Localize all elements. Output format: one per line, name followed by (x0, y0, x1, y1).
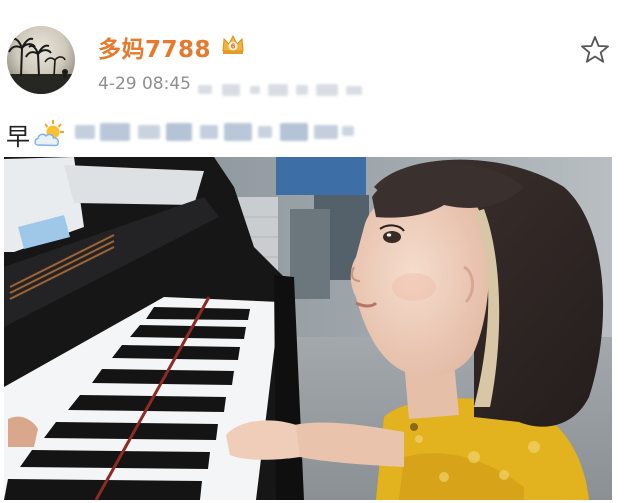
avatar[interactable] (7, 26, 75, 94)
star-icon[interactable] (579, 34, 611, 66)
palm-tree-silhouette-icon (7, 37, 75, 94)
sun-cloud-icon (34, 120, 64, 147)
post-text: 早 (6, 123, 30, 151)
author-name[interactable]: 多妈7788 (98, 30, 211, 64)
svg-text:6: 6 (231, 43, 236, 51)
crown-vip-icon[interactable]: 6 (220, 31, 246, 57)
weibo-post: 多妈7788 6 4-29 08:45 早 (0, 0, 633, 503)
piano-child-photo (4, 157, 612, 500)
post-photo[interactable] (4, 157, 612, 500)
post-timestamp: 4-29 08:45 (98, 74, 191, 94)
